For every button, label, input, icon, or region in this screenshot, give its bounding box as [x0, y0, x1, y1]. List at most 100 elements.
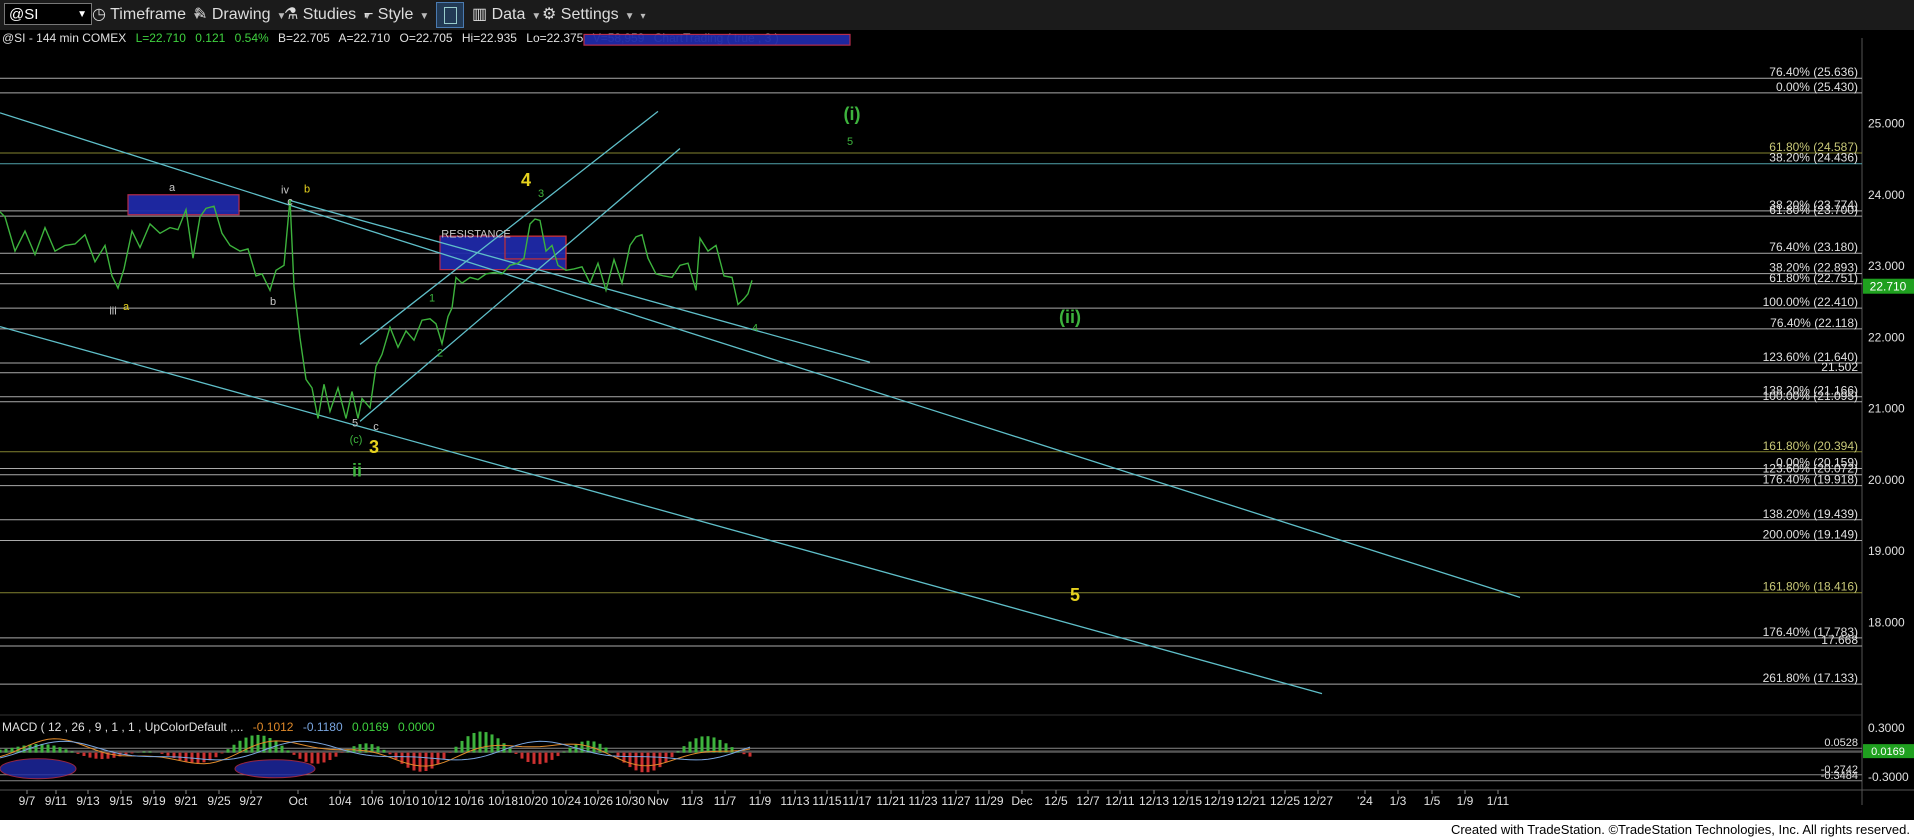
time-axis-tick: 11/9	[749, 794, 772, 808]
time-axis-tick: 12/13	[1139, 794, 1169, 808]
wave-label: iii	[109, 306, 116, 318]
footer-text: Created with TradeStation. ©TradeStation…	[1450, 822, 1910, 837]
symbol-text: @SI	[9, 6, 39, 23]
price-axis-tick: 24.000	[1868, 188, 1905, 202]
time-axis-tick: 10/10	[389, 794, 419, 808]
price-axis-tick: 22.000	[1868, 330, 1905, 344]
chevron-down-icon: ▼	[531, 11, 542, 22]
time-axis-tick: 9/13	[76, 794, 100, 808]
time-axis-tick: 1/5	[1424, 794, 1441, 808]
wave-label: ii	[352, 460, 362, 480]
style-label: Style	[377, 6, 414, 23]
time-axis-tick: 1/9	[1457, 794, 1474, 808]
style-button[interactable]: ⌐ Style ▼	[364, 4, 429, 26]
price-axis-tick: 25.000	[1868, 117, 1905, 131]
time-axis-tick: Dec	[1011, 794, 1032, 808]
studies-button[interactable]: ⚗ Studies ▼	[284, 4, 372, 26]
chevron-down-icon[interactable]: ▼	[77, 4, 87, 26]
time-axis-tick: 12/27	[1303, 794, 1333, 808]
time-axis-tick: 12/21	[1236, 794, 1266, 808]
wave-label: b	[304, 184, 310, 196]
wave-label: 3	[369, 437, 379, 457]
time-axis-tick: 11/7	[714, 794, 737, 808]
zone-box	[439, 235, 567, 271]
time-axis-tick: 11/3	[681, 794, 704, 808]
price-axis-tick: 18.000	[1868, 615, 1905, 629]
gear-icon: ⚙	[542, 6, 557, 23]
time-axis-tick: 11/27	[941, 794, 970, 808]
header-symbol: @SI - 144 min COMEX	[2, 31, 126, 45]
time-axis-tick: 9/21	[174, 794, 198, 808]
overflow-icon[interactable]: ▾	[641, 11, 646, 22]
fib-label: 76.40% (25.636)	[1769, 65, 1858, 79]
macd-value-4: 0.0000	[398, 720, 435, 734]
zone-box	[583, 33, 851, 46]
chevron-down-icon: ▼	[624, 11, 635, 22]
time-axis-tick: 11/21	[876, 794, 905, 808]
macd-axis-tick: 0.3000	[1868, 721, 1905, 735]
header-low: Lo=22.375	[526, 31, 583, 45]
macd-label: MACD ( 12 , 26 , 9 , 1 , 1 , UpColorDefa…	[2, 720, 243, 734]
header-last: L=22.710	[136, 31, 187, 45]
chart-background	[0, 30, 1914, 820]
studies-label: Studies	[302, 6, 357, 23]
fib-label: 161.80% (20.394)	[1763, 439, 1858, 453]
macd-zone-ellipse	[0, 758, 77, 780]
time-axis-tick: 12/19	[1204, 794, 1234, 808]
time-axis-tick: 12/25	[1270, 794, 1300, 808]
header-high: Hi=22.935	[462, 31, 517, 45]
timeframe-label: Timeframe	[110, 6, 186, 23]
fib-label: 0.00% (25.430)	[1776, 80, 1858, 94]
time-axis-tick: 12/5	[1044, 794, 1068, 808]
time-axis-tick: 9/27	[239, 794, 263, 808]
time-axis-tick: 10/4	[328, 794, 352, 808]
wave-label: (ii)	[1059, 307, 1081, 327]
time-axis-tick: 9/19	[142, 794, 166, 808]
time-axis-tick: 10/12	[421, 794, 451, 808]
wave-label: c	[287, 196, 293, 208]
timeframe-button[interactable]: ◷ Timeframe ▼	[92, 4, 202, 26]
time-axis-tick: 11/17	[842, 794, 871, 808]
macd-value-2: -0.1180	[303, 720, 343, 734]
price-axis-tick: 21.000	[1868, 402, 1905, 416]
price-chart[interactable]: @SI - 144 min COMEX L=22.710 0.121 0.54%…	[0, 30, 1914, 820]
wave-label: c	[373, 421, 379, 433]
symbol-input[interactable]: @SI ▼	[4, 3, 92, 25]
footer: Created with TradeStation. ©TradeStation…	[0, 820, 1914, 840]
flask-icon: ⚗	[284, 6, 299, 23]
wave-label: 4	[752, 323, 758, 335]
settings-button[interactable]: ⚙ Settings ▼ ▾	[542, 4, 646, 26]
time-axis-tick: '24	[1357, 794, 1373, 808]
settings-label: Settings	[560, 6, 619, 23]
fib-label: 17.668	[1821, 633, 1858, 647]
time-axis-tick: 12/15	[1172, 794, 1202, 808]
time-axis-tick: 10/26	[583, 794, 613, 808]
last-price-label: 22.710	[1870, 280, 1907, 294]
wave-label: 2	[437, 348, 443, 360]
macd-level-label: 0.0528	[1824, 737, 1858, 749]
chevron-down-icon: ▼	[419, 11, 430, 22]
time-axis-tick: 10/16	[454, 794, 484, 808]
fib-label: 161.80% (18.416)	[1763, 580, 1858, 594]
time-axis-tick: 10/24	[551, 794, 581, 808]
bar-chart-icon: ▥	[472, 6, 488, 23]
layout-icon	[444, 7, 457, 24]
header-change: 0.121	[195, 31, 225, 45]
data-button[interactable]: ▥ Data ▼	[472, 4, 541, 26]
time-axis-tick: 9/15	[109, 794, 133, 808]
wave-label: a	[123, 301, 130, 313]
macd-header: MACD ( 12 , 26 , 9 , 1 , 1 , UpColorDefa…	[2, 720, 435, 734]
time-axis-tick: Nov	[647, 794, 668, 808]
drawing-button[interactable]: ✎ Drawing ▼	[194, 4, 286, 26]
style-icon: ⌐	[364, 6, 374, 23]
fib-label: 200.00% (19.149)	[1763, 527, 1858, 541]
wave-label: a	[169, 182, 176, 194]
wave-label: 1	[429, 293, 435, 305]
time-axis-tick: 1/3	[1390, 794, 1407, 808]
wave-label: 5	[847, 136, 853, 148]
fib-label: 61.80% (23.700)	[1769, 203, 1858, 217]
layout-button[interactable]	[436, 2, 464, 28]
time-axis-tick: 9/7	[19, 794, 36, 808]
time-axis-tick: 10/6	[360, 794, 384, 808]
fib-label: 76.40% (23.180)	[1769, 240, 1858, 254]
